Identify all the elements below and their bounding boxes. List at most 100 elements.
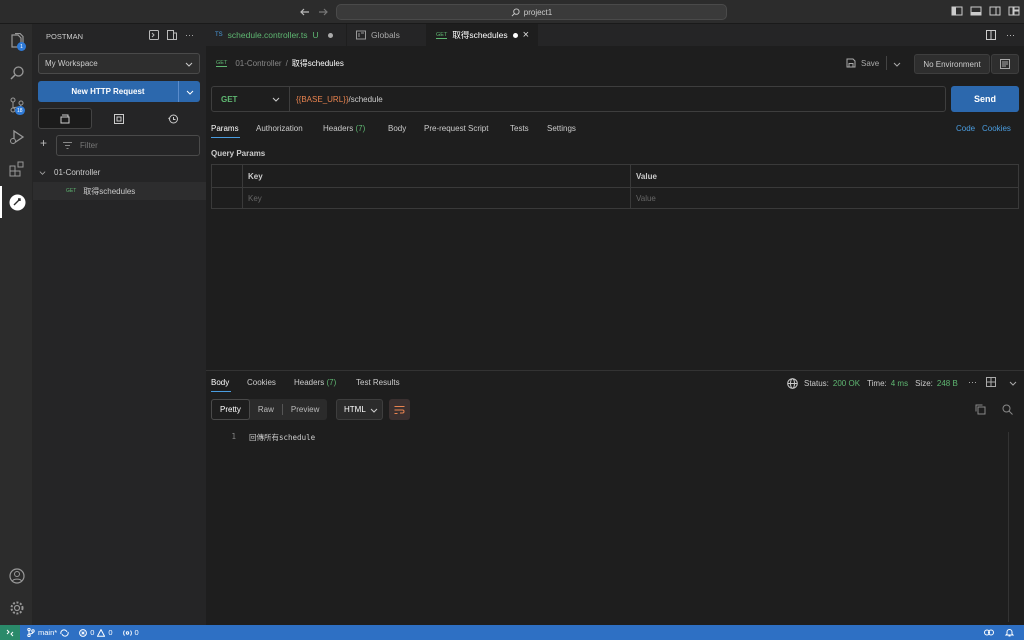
tab-body[interactable]: Body (388, 124, 406, 133)
ports-indicator[interactable]: 0 (122, 628, 139, 637)
tab-schedule-controller[interactable]: TS schedule.controller.ts U (206, 24, 346, 46)
new-http-request-button[interactable]: New HTTP Request (38, 81, 200, 102)
environment-select[interactable]: No Environment (914, 54, 990, 74)
toggle-secondary-sidebar-icon[interactable] (989, 5, 1001, 17)
wrap-lines-icon[interactable] (389, 399, 410, 420)
collection-item[interactable]: 01-Controller (39, 166, 100, 178)
size-value: 248 B (936, 378, 958, 388)
import-icon[interactable] (149, 30, 159, 40)
breadcrumb-separator: / (285, 58, 288, 68)
tab-settings[interactable]: Settings (547, 124, 576, 133)
globals-icon (356, 30, 366, 40)
explorer-icon[interactable]: 1 (0, 25, 33, 57)
time-label: Time: (867, 378, 887, 388)
environments-view-icon[interactable] (92, 108, 146, 129)
chevron-down-icon (272, 95, 280, 103)
new-collection-icon[interactable] (167, 30, 177, 40)
new-request-dropdown-icon[interactable] (178, 81, 200, 102)
tab-params[interactable]: Params (211, 124, 239, 133)
sidebar-view-switcher (38, 108, 200, 129)
editor-more-icon[interactable]: ··· (1006, 31, 1015, 40)
settings-gear-icon[interactable] (0, 592, 33, 624)
title-bar: project1 (0, 0, 1024, 24)
response-divider (206, 370, 1024, 371)
copy-icon[interactable] (975, 404, 986, 415)
forward-arrow-icon[interactable] (317, 6, 329, 18)
sidebar-title: POSTMAN (46, 32, 84, 41)
more-actions-icon[interactable]: ··· (185, 31, 194, 40)
value-input[interactable]: Value (636, 194, 656, 203)
view-pretty-button[interactable]: Pretty (211, 399, 250, 420)
environment-quick-look-icon[interactable] (991, 54, 1019, 74)
tab-authorization[interactable]: Authorization (256, 124, 303, 133)
back-arrow-icon[interactable] (299, 6, 311, 18)
search-response-icon[interactable] (1002, 404, 1013, 415)
response-more-icon[interactable]: ··· (968, 378, 977, 387)
response-tab-body[interactable]: Body (211, 378, 229, 387)
accounts-status-icon[interactable] (984, 628, 994, 637)
request-item[interactable]: GET 取得schedules (33, 182, 206, 200)
cookies-link[interactable]: Cookies (982, 124, 1011, 133)
toggle-sidebar-icon[interactable] (951, 5, 963, 17)
toggle-panel-icon[interactable] (970, 5, 982, 17)
source-control-badge: 18 (15, 106, 25, 115)
tab-label: Globals (371, 30, 400, 40)
remote-indicator-icon[interactable] (0, 625, 20, 640)
search-icon[interactable] (0, 57, 33, 89)
branch-indicator[interactable]: main* (27, 628, 69, 637)
tab-prerequest-script[interactable]: Pre-request Script (424, 124, 488, 133)
format-select[interactable]: HTML (336, 399, 383, 420)
filter-input[interactable]: Filter (56, 135, 200, 156)
save-label: Save (861, 58, 880, 68)
history-view-icon[interactable] (146, 108, 200, 129)
warning-count: 0 (108, 628, 113, 637)
tab-headers[interactable]: Headers (7) (323, 124, 365, 133)
request-url-bar: GET {{BASE_URL}} /schedule (211, 86, 946, 112)
url-input[interactable]: {{BASE_URL}} /schedule (290, 87, 945, 111)
problems-indicator[interactable]: 0 0 (79, 628, 113, 637)
breadcrumb-current: 取得schedules (291, 58, 344, 68)
tab-get-schedules[interactable]: GET 取得schedules × (426, 24, 538, 46)
layout-toggle-icon[interactable] (986, 377, 996, 387)
postman-icon[interactable] (0, 186, 33, 218)
key-input[interactable]: Key (248, 194, 262, 203)
response-tab-headers[interactable]: Headers (7) (294, 378, 336, 387)
command-center-search[interactable]: project1 (336, 4, 727, 20)
add-collection-icon[interactable]: + (40, 137, 47, 149)
value-column-header: Value (636, 172, 657, 181)
error-icon (79, 628, 88, 637)
tab-globals[interactable]: Globals (346, 24, 426, 46)
send-button[interactable]: Send (951, 86, 1019, 112)
method-select[interactable]: GET (212, 87, 290, 111)
response-tab-test-results[interactable]: Test Results (356, 378, 400, 387)
view-raw-button[interactable]: Raw (250, 399, 282, 420)
run-debug-icon[interactable] (0, 121, 33, 153)
notifications-bell-icon[interactable] (1005, 628, 1014, 637)
customize-layout-icon[interactable] (1008, 5, 1020, 17)
save-options-chevron-icon[interactable] (893, 60, 901, 68)
filter-placeholder: Filter (80, 141, 98, 150)
account-icon[interactable] (0, 560, 33, 592)
collections-view-icon[interactable] (38, 108, 92, 129)
git-branch-icon (27, 628, 35, 637)
postman-sidebar: POSTMAN ··· My Workspace New HTTP Reques… (33, 24, 206, 625)
workspace-select[interactable]: My Workspace (38, 53, 200, 74)
source-control-icon[interactable]: 18 (0, 89, 33, 121)
response-tab-cookies[interactable]: Cookies (247, 378, 276, 387)
code-link[interactable]: Code (956, 124, 975, 133)
http-request-icon: GET (216, 59, 228, 67)
extensions-icon[interactable] (0, 153, 33, 185)
error-count: 0 (90, 628, 95, 637)
breadcrumb-parent[interactable]: 01-Controller (235, 59, 281, 68)
save-button[interactable]: Save (846, 56, 879, 70)
branch-name: main* (38, 628, 58, 637)
close-icon[interactable]: × (523, 29, 529, 41)
status-bar: main* 0 0 0 (0, 625, 1024, 640)
status-value: 200 OK (832, 378, 861, 388)
breadcrumb: GET 01-Controller / 取得schedules (216, 57, 344, 69)
split-editor-icon[interactable] (986, 30, 996, 40)
view-preview-button[interactable]: Preview (283, 399, 327, 420)
collapse-chevron-icon[interactable] (1009, 379, 1017, 387)
tab-tests[interactable]: Tests (510, 124, 529, 133)
response-scrollbar[interactable] (1008, 432, 1009, 622)
